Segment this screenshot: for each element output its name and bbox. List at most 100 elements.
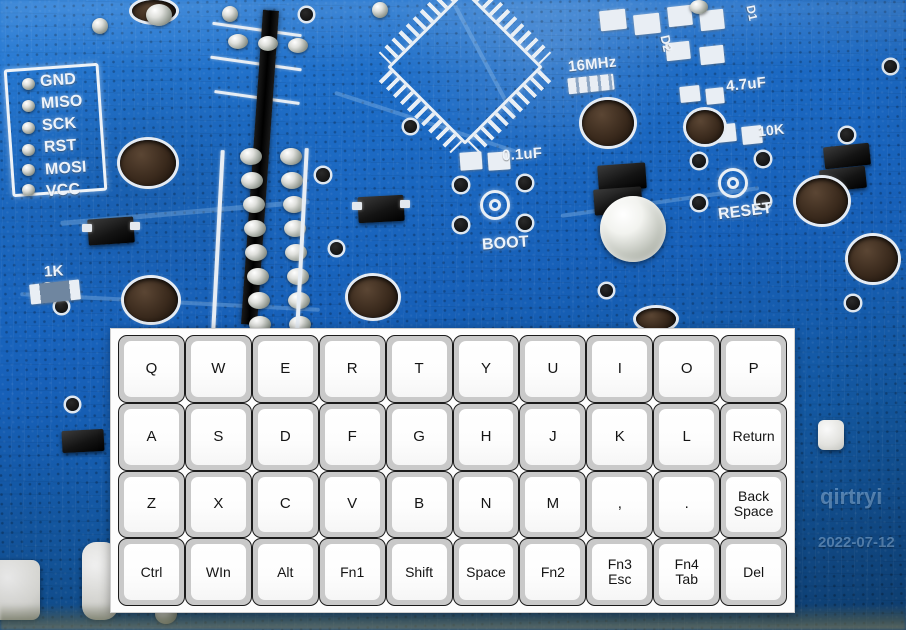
key-alt[interactable]: Alt	[251, 538, 319, 606]
mounting-hole	[636, 308, 676, 330]
key-w[interactable]: W	[184, 335, 252, 403]
key-c[interactable]: C	[251, 470, 319, 539]
smd-lead	[82, 224, 92, 232]
key-v[interactable]: V	[318, 470, 386, 539]
silkscreen-text: 10K	[757, 120, 786, 140]
mounting-hole	[848, 236, 898, 282]
row-4: Ctrl WIn Alt Fn1 Shift Space Fn2 Fn3 Esc Fn4 Tab…	[118, 538, 788, 606]
key-return-label: Return	[726, 408, 782, 465]
key-win[interactable]: WIn	[184, 538, 252, 606]
smd-pad	[699, 44, 725, 66]
key-q-label: Q	[124, 341, 179, 397]
silkscreen-text: 0.1uF	[501, 144, 543, 165]
on-screen-keyboard-panel[interactable]: Q W E R T Y U I O P A S D F G H J K L Return Z X C V B N M,. Back S…	[110, 328, 795, 613]
key-n[interactable]: N	[452, 470, 520, 539]
solder-pad	[285, 244, 307, 261]
key-r[interactable]: R	[318, 335, 386, 403]
key-ctrl[interactable]: Ctrl	[118, 538, 185, 606]
key-return[interactable]: Return	[720, 402, 788, 471]
key-m[interactable]: M	[519, 470, 587, 539]
key-o-label: O	[659, 341, 715, 397]
key-j[interactable]: J	[519, 402, 587, 471]
key-i-label: I	[592, 341, 648, 397]
key-f-label: F	[324, 408, 380, 465]
key-b[interactable]: B	[385, 470, 453, 539]
key-fn4-tab[interactable]: Fn4 Tab	[653, 538, 721, 606]
isp-label-miso: MISO	[40, 92, 84, 113]
key-m-label: M	[525, 476, 581, 533]
key-l[interactable]: L	[653, 402, 721, 471]
mounting-hole	[124, 278, 178, 322]
key-a[interactable]: A	[118, 402, 185, 471]
key-p[interactable]: P	[720, 335, 788, 403]
key-f[interactable]: F	[318, 402, 386, 471]
key-t[interactable]: T	[385, 335, 453, 403]
solder-joint	[690, 0, 708, 14]
key-space[interactable]: Space	[452, 538, 520, 606]
silkscreen-text: BOOT	[481, 233, 530, 254]
key-i[interactable]: I	[586, 335, 654, 403]
smd-pad	[667, 4, 693, 28]
key-y[interactable]: Y	[452, 335, 520, 403]
key-c-label: C	[257, 476, 313, 533]
via	[600, 284, 613, 297]
key-k-label: K	[592, 408, 648, 465]
solder-pad	[228, 34, 248, 49]
key-k[interactable]: K	[586, 402, 654, 471]
key-s[interactable]: S	[184, 402, 252, 471]
key-del[interactable]: Del	[720, 538, 788, 606]
smd-lead	[400, 200, 410, 208]
key-shift[interactable]: Shift	[385, 538, 453, 606]
solder-joint	[92, 18, 108, 34]
solder-pad	[22, 100, 35, 112]
key-alt-label: Alt	[257, 544, 313, 600]
key-e[interactable]: E	[251, 335, 319, 403]
solder-pad	[22, 78, 35, 90]
key-backspace-label: Back Space	[726, 476, 782, 533]
key-j-label: J	[525, 408, 581, 465]
key-e-label: E	[257, 341, 313, 397]
key-period[interactable]: .	[653, 470, 721, 539]
key-h[interactable]: H	[452, 402, 520, 471]
key-q[interactable]: Q	[118, 335, 185, 403]
solder-pad	[22, 184, 35, 196]
isp-label-sck: SCK	[41, 114, 78, 135]
key-d[interactable]: D	[251, 402, 319, 471]
key-fn1[interactable]: Fn1	[318, 538, 386, 606]
via	[884, 60, 897, 73]
isp-label-vcc: VCC	[45, 180, 81, 201]
solder-pad	[22, 144, 35, 156]
via	[840, 128, 854, 142]
key-ctrl-label: Ctrl	[124, 544, 179, 600]
solder-pad	[241, 172, 263, 189]
key-z-label: Z	[124, 476, 179, 533]
key-z[interactable]: Z	[118, 470, 185, 539]
via	[404, 120, 417, 133]
solder-pad	[281, 172, 303, 189]
mounting-hole	[348, 276, 398, 318]
key-fn3-esc[interactable]: Fn3 Esc	[586, 538, 654, 606]
key-x-label: X	[190, 476, 246, 533]
mounting-hole	[796, 178, 848, 224]
mounting-hole	[120, 140, 176, 186]
solder-pad	[280, 148, 302, 165]
smd-lead	[130, 222, 140, 230]
via	[66, 398, 79, 411]
key-comma-label: ,	[592, 476, 648, 533]
key-g[interactable]: G	[385, 402, 453, 471]
solder-pad	[248, 292, 270, 309]
key-u[interactable]: U	[519, 335, 587, 403]
via	[55, 300, 68, 313]
smd-transistor	[61, 428, 105, 454]
key-x[interactable]: X	[184, 470, 252, 539]
solder-pad	[288, 38, 308, 53]
key-o[interactable]: O	[653, 335, 721, 403]
solder-joint	[372, 2, 388, 18]
solder-joint	[222, 6, 238, 22]
key-backspace[interactable]: Back Space	[720, 470, 788, 539]
solder-pad	[22, 122, 35, 134]
key-fn2[interactable]: Fn2	[519, 538, 587, 606]
key-w-label: W	[190, 341, 246, 397]
silkscreen-text: D1	[743, 3, 761, 23]
key-comma[interactable]: ,	[586, 470, 654, 539]
